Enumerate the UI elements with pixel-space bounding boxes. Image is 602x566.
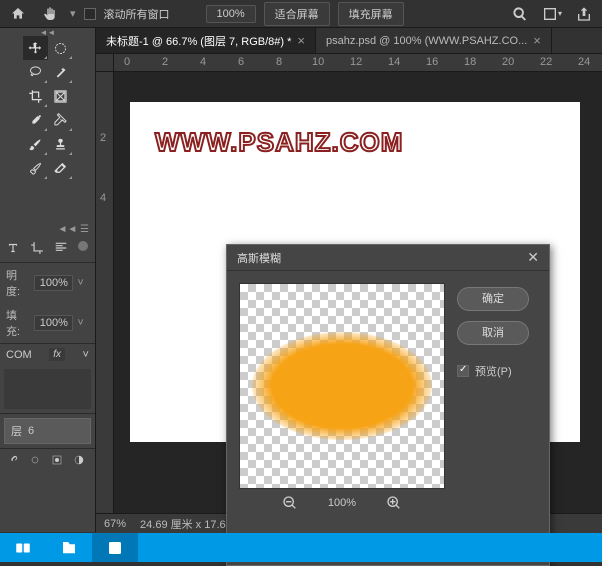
gaussian-blur-dialog: 高斯模糊 ✕ 100% 确定 取消 预览(P) 半径(R): 像素 xyxy=(226,244,550,566)
mask-icon[interactable] xyxy=(50,453,64,467)
fill-label: 填充: xyxy=(6,307,30,339)
fit-screen-button[interactable]: 适合屏幕 xyxy=(264,2,330,26)
style-icon[interactable] xyxy=(28,453,42,467)
adjustment-icon[interactable] xyxy=(72,453,86,467)
preview-area[interactable] xyxy=(239,283,445,489)
record-icon[interactable] xyxy=(78,241,88,251)
tab-document-2[interactable]: psahz.psd @ 100% (WWW.PSAHZ.CO...× xyxy=(316,28,552,53)
panel-handle[interactable]: ◄◄ xyxy=(0,28,95,36)
wand-tool[interactable] xyxy=(48,60,73,84)
stamp-tool[interactable] xyxy=(48,132,73,156)
close-icon[interactable]: × xyxy=(533,33,541,48)
type-tool-icon[interactable] xyxy=(6,241,20,258)
home-icon[interactable] xyxy=(6,3,30,25)
taskbar-app-3[interactable] xyxy=(138,533,184,562)
fx-button[interactable]: fx xyxy=(49,348,65,361)
tab-document-1[interactable]: 未标题-1 @ 66.7% (图层 7, RGB/8#) *× xyxy=(96,28,316,53)
com-text: COM xyxy=(6,349,32,361)
layout-icon[interactable]: ▾ xyxy=(540,3,564,25)
marquee-tool[interactable] xyxy=(48,36,73,60)
lasso-tool[interactable] xyxy=(23,60,48,84)
eraser-tool[interactable] xyxy=(48,156,73,180)
search-icon[interactable] xyxy=(508,3,532,25)
brush-tool[interactable] xyxy=(23,132,48,156)
chevron-down-icon[interactable]: ˅ xyxy=(83,349,89,361)
ok-button[interactable]: 确定 xyxy=(457,287,529,311)
history-brush-tool[interactable] xyxy=(23,156,48,180)
close-icon[interactable]: ✕ xyxy=(527,249,539,266)
status-dims: 24.69 厘米 x 17.64 xyxy=(140,516,232,532)
healing-tool[interactable] xyxy=(48,108,73,132)
link-icon[interactable] xyxy=(6,453,20,467)
ruler-vertical: 2 4 xyxy=(96,72,114,532)
zoom-in-icon[interactable] xyxy=(384,493,404,513)
taskbar-app-1[interactable] xyxy=(0,533,46,562)
scroll-all-label: 滚动所有窗口 xyxy=(104,6,170,22)
hand-tool-icon[interactable] xyxy=(38,3,62,25)
watermark-text: WWW.PSAHZ.COM xyxy=(155,127,403,158)
crop-icon[interactable] xyxy=(30,241,44,258)
layer-item[interactable]: 层 6 xyxy=(4,418,91,444)
taskbar xyxy=(0,533,602,562)
status-zoom: 67% xyxy=(104,518,126,530)
dialog-title: 高斯模糊 xyxy=(237,250,281,266)
fill-screen-button[interactable]: 填充屏幕 xyxy=(338,2,404,26)
opacity-input[interactable]: 100% xyxy=(34,275,73,291)
share-icon[interactable] xyxy=(572,3,596,25)
opacity-label: 明度: xyxy=(6,267,30,299)
preview-zoom: 100% xyxy=(328,497,356,509)
align-icon[interactable] xyxy=(54,241,68,258)
preview-label: 预览(P) xyxy=(475,363,512,379)
move-tool[interactable] xyxy=(23,36,48,60)
cancel-button[interactable]: 取消 xyxy=(457,321,529,345)
ruler-horizontal: 024681012141618202224 xyxy=(114,54,602,71)
crop-tool[interactable] xyxy=(23,84,48,108)
panel-collapse[interactable]: ◄◄ ☰ xyxy=(0,222,95,237)
chevron-down-icon[interactable]: ˅ xyxy=(77,317,89,329)
taskbar-app-2[interactable] xyxy=(46,533,92,562)
scroll-all-checkbox[interactable] xyxy=(84,8,96,20)
zoom-display[interactable]: 100% xyxy=(206,5,256,23)
close-icon[interactable]: × xyxy=(297,33,305,48)
eyedropper-tool[interactable] xyxy=(23,108,48,132)
preview-checkbox[interactable] xyxy=(457,365,469,377)
taskbar-app-active[interactable] xyxy=(92,533,138,562)
taskbar-app-4[interactable] xyxy=(184,533,230,562)
chevron-down-icon[interactable]: ˅ xyxy=(77,277,89,289)
frame-tool[interactable] xyxy=(48,84,73,108)
zoom-out-icon[interactable] xyxy=(280,493,300,513)
fill-input[interactable]: 100% xyxy=(34,315,73,331)
